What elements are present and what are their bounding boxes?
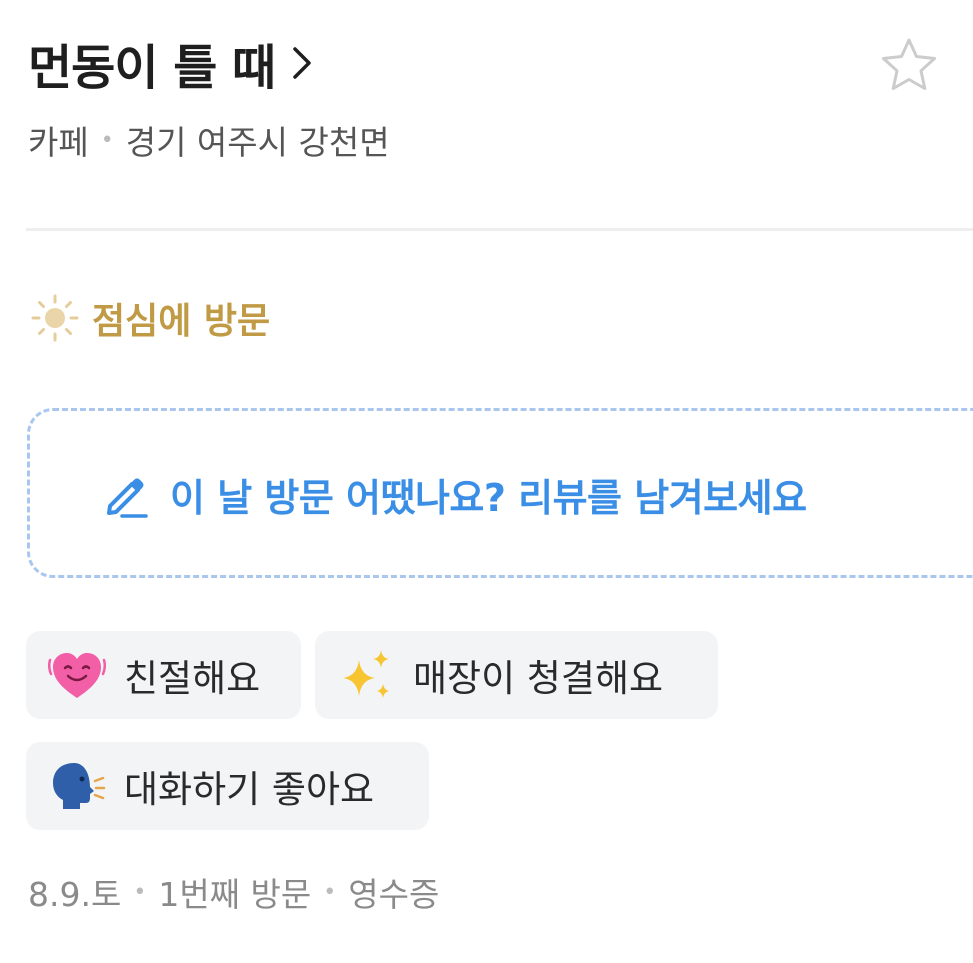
separator-dot: •	[323, 879, 337, 905]
keyword-tag-label: 대화하기 좋아요	[124, 768, 375, 811]
sparkles-icon	[343, 650, 389, 698]
visit-count: 1번째 방문	[158, 875, 312, 914]
place-header: 먼동이 틀 때 카페 • 경기 여주시 강천면	[28, 28, 973, 164]
visit-time: 점심에 방문	[30, 292, 270, 344]
verification-type: 영수증	[348, 875, 440, 914]
place-address: 경기 여주시 강천면	[125, 123, 390, 162]
keyword-tag[interactable]: 대화하기 좋아요	[26, 742, 429, 830]
place-subtitle: 카페 • 경기 여주시 강천면	[28, 116, 973, 164]
separator-dot: •	[100, 127, 114, 153]
keyword-tag-label: 친절해요	[124, 657, 261, 700]
chevron-right-icon	[293, 47, 311, 79]
review-prompt-text: 이 날 방문 어땠나요? 리뷰를 남겨보세요	[170, 476, 807, 520]
sun-icon	[31, 294, 79, 342]
keyword-tag-label: 매장이 청결해요	[413, 657, 664, 700]
smiling-heart-icon	[48, 653, 106, 698]
pencil-icon	[107, 478, 148, 518]
speaking-head-icon	[53, 763, 106, 809]
visit-time-label: 점심에 방문	[92, 301, 271, 342]
keyword-tag[interactable]: 친절해요	[26, 631, 301, 719]
write-review-button[interactable]: 이 날 방문 어땠나요? 리뷰를 남겨보세요	[27, 408, 973, 578]
review-prompt: 이 날 방문 어땠나요? 리뷰를 남겨보세요	[100, 467, 807, 522]
place-title-link[interactable]: 먼동이 틀 때	[28, 28, 973, 98]
place-name: 먼동이 틀 때	[28, 40, 276, 96]
separator-dot: •	[133, 879, 147, 905]
star-icon[interactable]	[877, 34, 941, 98]
visit-date: 8.9.토	[28, 875, 122, 914]
visit-meta: 8.9.토 • 1번째 방문 • 영수증	[28, 868, 439, 916]
keyword-tag[interactable]: 매장이 청결해요	[315, 631, 718, 719]
place-category: 카페	[28, 123, 89, 162]
divider	[26, 228, 973, 231]
